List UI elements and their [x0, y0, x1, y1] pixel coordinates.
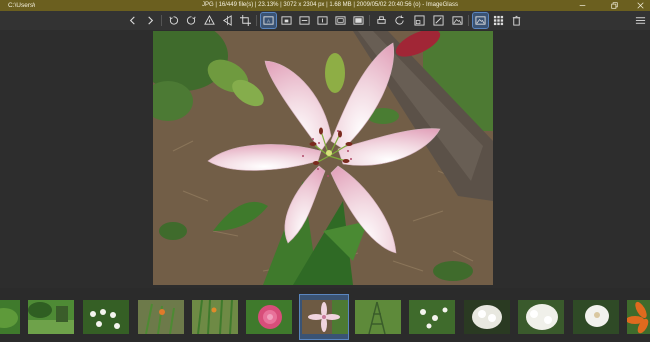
crop-icon	[240, 15, 251, 26]
toolbar: A	[0, 11, 650, 30]
scale-to-fill-button[interactable]	[351, 13, 366, 28]
restore-button[interactable]	[604, 0, 624, 11]
restore-icon	[610, 2, 618, 9]
toolbar-separator	[369, 15, 370, 26]
thumbnail-bar-button[interactable]	[472, 12, 489, 29]
auto-zoom-button[interactable]: A	[260, 12, 277, 29]
thumbnail-item[interactable]	[28, 300, 74, 334]
thumbnail-item[interactable]	[246, 300, 292, 334]
thumbnail-image	[302, 300, 348, 334]
rotate-left-icon	[169, 16, 179, 25]
window-fit-icon	[414, 15, 425, 26]
thumbnail-image	[355, 300, 401, 334]
lily-photo	[153, 31, 493, 285]
scale-height-button[interactable]	[315, 13, 330, 28]
gallery-grid-button[interactable]	[491, 13, 506, 28]
open-with-button[interactable]	[374, 13, 389, 28]
thumbnail-image	[83, 300, 129, 334]
refresh-button[interactable]	[392, 13, 407, 28]
rotate-right-icon	[186, 16, 196, 25]
thumbnail-item[interactable]	[0, 300, 20, 334]
crop-button[interactable]	[238, 13, 253, 28]
minimize-button[interactable]	[572, 0, 592, 11]
thumbnail-item-selected[interactable]	[299, 294, 349, 340]
breadcrumb-chevron-icon[interactable]: ›	[33, 0, 35, 11]
main-image[interactable]	[153, 31, 493, 285]
scale-width-button[interactable]	[297, 13, 312, 28]
next-image-button[interactable]	[143, 13, 158, 28]
thumbnail-item[interactable]	[355, 300, 401, 334]
image-icon	[475, 16, 486, 25]
lock-zoom-button[interactable]	[279, 13, 294, 28]
delete-button[interactable]	[509, 13, 524, 28]
svg-text:A: A	[267, 19, 270, 24]
main-menu-button[interactable]	[633, 13, 648, 28]
rotate-left-button[interactable]	[166, 13, 181, 28]
thumbnail-item[interactable]	[138, 300, 184, 334]
previous-image-button[interactable]	[125, 13, 140, 28]
thumbnail-item[interactable]	[464, 300, 510, 334]
scale-height-icon	[317, 16, 328, 25]
toolbar-separator	[161, 15, 162, 26]
image-slideshow-icon	[452, 16, 463, 25]
scale-to-fill-icon	[353, 16, 364, 25]
rotate-right-button[interactable]	[184, 13, 199, 28]
auto-zoom-icon: A	[263, 16, 274, 25]
scale-to-fit-button[interactable]	[333, 13, 348, 28]
thumbnail-image	[573, 300, 619, 334]
thumbnail-item[interactable]	[83, 300, 129, 334]
chevron-right-icon	[148, 16, 154, 25]
hamburger-menu-icon	[635, 17, 646, 24]
adjust-window-button[interactable]	[412, 13, 427, 28]
scale-to-fit-icon	[335, 16, 346, 25]
scale-width-icon	[299, 16, 310, 25]
thumbnail-item[interactable]	[518, 300, 564, 334]
title-bar: C:\Users\ › JPG | 16/449 file(s) | 23.13…	[0, 0, 650, 11]
thumbnail-item[interactable]	[192, 300, 238, 334]
toolbar-separator	[468, 15, 469, 26]
thumbnail-image	[138, 300, 184, 334]
thumbnail-image	[28, 300, 74, 334]
slideshow-button[interactable]	[450, 13, 465, 28]
refresh-icon	[395, 15, 404, 25]
thumbnail-item[interactable]	[573, 300, 619, 334]
flip-horizontal-button[interactable]	[220, 13, 235, 28]
toolbar-separator	[256, 15, 257, 26]
flip-vertical-icon	[204, 15, 215, 25]
thumbnail-item[interactable]	[627, 300, 650, 334]
flip-vertical-button[interactable]	[202, 13, 217, 28]
close-icon	[636, 2, 644, 9]
thumbnail-image	[0, 300, 20, 334]
window-title: JPG | 16/449 file(s) | 23.13% | 3072 x 2…	[202, 2, 458, 8]
path-breadcrumb[interactable]: C:\Users\	[8, 0, 35, 11]
thumbnail-image	[518, 300, 564, 334]
thumbnail-image	[246, 300, 292, 334]
color-picker-button[interactable]	[431, 13, 446, 28]
minimize-icon	[579, 5, 585, 6]
thumbnail-image	[409, 300, 455, 334]
thumbnail-image	[192, 300, 238, 334]
lock-zoom-icon	[281, 16, 292, 25]
chevron-left-icon	[129, 16, 135, 25]
close-button[interactable]	[630, 0, 650, 11]
flip-horizontal-icon	[222, 15, 232, 26]
color-picker-icon	[433, 15, 444, 26]
image-viewer[interactable]	[0, 30, 650, 287]
thumbnail-image	[627, 300, 650, 334]
printer-icon	[377, 16, 386, 24]
grid-icon	[493, 15, 504, 26]
thumbnail-item[interactable]	[409, 300, 455, 334]
thumbnail-bar	[0, 288, 650, 342]
thumbnail-image	[464, 300, 510, 334]
trash-icon	[512, 15, 521, 26]
